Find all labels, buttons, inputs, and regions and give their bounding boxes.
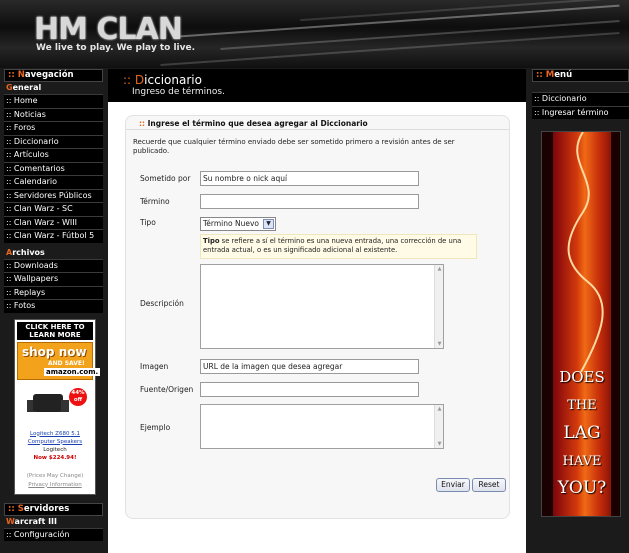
panel-title: :: Ingrese el término que desea agregar … bbox=[139, 119, 368, 128]
speaker-image bbox=[33, 393, 63, 412]
banner-word: LAG bbox=[563, 423, 601, 443]
sidebar-item-noticias[interactable]: :: Noticias bbox=[4, 107, 103, 121]
description-textarea[interactable]: ▲ ▼ bbox=[200, 264, 444, 349]
right-sidebar: :: Menú :: Diccionario :: Ingresar térmi… bbox=[532, 69, 629, 553]
scroll-down-icon[interactable]: ▼ bbox=[436, 341, 443, 347]
type-select[interactable]: Término Nuevo ▼ bbox=[200, 217, 276, 231]
submitted-by-label: Sometido por bbox=[140, 174, 191, 183]
term-input[interactable] bbox=[200, 194, 419, 209]
lag-ad-banner[interactable]: DOES THE LAG HAVE YOU? bbox=[541, 131, 621, 517]
type-label: Tipo bbox=[140, 218, 156, 227]
example-textarea[interactable]: ▲ ▼ bbox=[200, 404, 444, 449]
ad-and-save-text: AND SAVE! bbox=[48, 359, 85, 367]
sidebar-item-articulos[interactable]: :: Artículos bbox=[4, 148, 103, 162]
ad-price: Now $224.94! bbox=[33, 454, 77, 461]
cable-icon bbox=[567, 132, 604, 372]
submit-button[interactable]: Enviar bbox=[436, 478, 470, 492]
nav-box-title: :: Navegación bbox=[4, 69, 103, 82]
image-label: Imagen bbox=[140, 362, 169, 371]
panel-header: :: Ingrese el término que desea agregar … bbox=[126, 116, 509, 130]
menu-item-ingresar-termino[interactable]: :: Ingresar término bbox=[532, 105, 629, 119]
ad-product-info: Logitech Z680 5.1 Computer Speakers Logi… bbox=[17, 430, 93, 462]
header-streak bbox=[180, 4, 620, 38]
sidebar-item-clan-warz-wiii[interactable]: :: Clan Warz - WIII bbox=[4, 215, 103, 229]
banner-word: DOES bbox=[559, 368, 605, 386]
section-warcraft-label: Warcraft III bbox=[6, 516, 57, 526]
sidebar-item-servidores-publicos[interactable]: :: Servidores Públicos bbox=[4, 188, 103, 202]
sidebar-item-home[interactable]: :: Home bbox=[4, 94, 103, 108]
description-label: Descripción bbox=[140, 299, 184, 308]
chevron-down-icon[interactable]: ▼ bbox=[263, 219, 274, 229]
main-content: :: Diccionario Ingreso de términos. :: I… bbox=[108, 69, 526, 553]
title-prefix: :: bbox=[8, 70, 15, 80]
ad-product-link[interactable]: Logitech Z680 5.1 Computer Speakers bbox=[17, 430, 93, 446]
section-general-label: General bbox=[6, 83, 42, 92]
scroll-up-icon[interactable]: ▲ bbox=[436, 406, 443, 412]
sidebar-item-clan-warz-sc[interactable]: :: Clan Warz - SC bbox=[4, 202, 103, 216]
section-archivos-label: Archivos bbox=[6, 247, 45, 257]
site-logo[interactable]: HM CLAN bbox=[34, 12, 183, 47]
sidebar-item-calendario[interactable]: :: Calendario bbox=[4, 175, 103, 189]
title-first-letter: N bbox=[17, 70, 25, 80]
example-label: Ejemplo bbox=[140, 423, 171, 432]
sidebar-item-foros[interactable]: :: Foros bbox=[4, 121, 103, 135]
ad-footer: (Prices May Change) Privacy Information bbox=[17, 472, 93, 490]
sidebar-item-fotos[interactable]: :: Fotos bbox=[4, 299, 103, 313]
sidebar-item-diccionario[interactable]: :: Diccionario bbox=[4, 134, 103, 148]
discount-badge: 44% off bbox=[69, 387, 87, 406]
title-rest: avegación bbox=[24, 70, 74, 80]
submitted-by-input[interactable]: Su nombre o nick aquí bbox=[200, 171, 419, 186]
menu-item-diccionario[interactable]: :: Diccionario bbox=[532, 92, 629, 106]
ad-shop-now-banner[interactable]: shop now AND SAVE! amazon.com. bbox=[17, 341, 101, 380]
ad-click-here[interactable]: CLICK HERE TO LEARN MORE bbox=[17, 321, 93, 340]
sidebar-item-configuracion[interactable]: :: Configuración bbox=[4, 527, 103, 541]
ad-shop-now-text: shop now bbox=[22, 344, 87, 359]
scrollbar[interactable]: ▲ ▼ bbox=[434, 265, 443, 348]
sidebar-item-wallpapers[interactable]: :: Wallpapers bbox=[4, 272, 103, 286]
scroll-down-icon[interactable]: ▼ bbox=[436, 441, 443, 447]
scrollbar[interactable]: ▲ ▼ bbox=[434, 405, 443, 448]
header-streak bbox=[300, 0, 620, 22]
review-note: Recuerde que cualquier término enviado d… bbox=[133, 138, 455, 155]
ad-amazon-logo: amazon.com. bbox=[44, 367, 101, 376]
left-sidebar: :: Navegación General :: Home :: Noticia… bbox=[4, 69, 103, 553]
archivos-nav-list: :: Downloads :: Wallpapers :: Replays ::… bbox=[4, 258, 103, 313]
term-label: Término bbox=[140, 197, 170, 206]
reset-button[interactable]: Reset bbox=[472, 478, 506, 492]
sidebar-item-comentarios[interactable]: :: Comentarios bbox=[4, 161, 103, 175]
image-url-input[interactable]: URL de la imagen que desea agregar bbox=[200, 359, 419, 374]
site-tagline: We live to play. We play to live. bbox=[36, 43, 195, 53]
amazon-ad[interactable]: CLICK HERE TO LEARN MORE shop now AND SA… bbox=[14, 318, 101, 495]
type-select-value: Término Nuevo bbox=[203, 219, 259, 228]
content-header: :: Diccionario Ingreso de términos. bbox=[108, 69, 526, 102]
sidebar-item-replays[interactable]: :: Replays bbox=[4, 285, 103, 299]
term-form-panel: :: Ingrese el término que desea agregar … bbox=[125, 115, 510, 519]
menu-box-title: :: Menú bbox=[532, 69, 629, 82]
page-title: :: Diccionario bbox=[123, 73, 202, 87]
type-help-text: Tipo se refiere a sí el término es una n… bbox=[200, 234, 477, 259]
page-subtitle: Ingreso de términos. bbox=[132, 87, 225, 97]
sidebar-item-clan-warz-futbol[interactable]: :: Clan Warz - Fútbol 5 bbox=[4, 229, 103, 243]
ad-privacy-link[interactable]: Privacy Information bbox=[17, 481, 93, 490]
servers-box-title: :: Servidores bbox=[4, 502, 103, 516]
sidebar-item-downloads[interactable]: :: Downloads bbox=[4, 258, 103, 272]
banner-word: HAVE bbox=[562, 454, 602, 469]
source-label: Fuente/Origen bbox=[140, 385, 194, 394]
general-nav-list: :: Home :: Noticias :: Foros :: Dicciona… bbox=[4, 94, 103, 243]
ad-brand: Logitech bbox=[43, 446, 67, 453]
speaker-image bbox=[61, 399, 69, 412]
banner-word: THE bbox=[567, 398, 597, 413]
ad-prices-note: (Prices May Change) bbox=[26, 472, 84, 479]
site-header: HM CLAN We live to play. We play to live… bbox=[0, 0, 629, 68]
scroll-up-icon[interactable]: ▲ bbox=[436, 266, 443, 272]
banner-word: YOU? bbox=[557, 478, 607, 498]
source-input[interactable] bbox=[200, 382, 419, 397]
